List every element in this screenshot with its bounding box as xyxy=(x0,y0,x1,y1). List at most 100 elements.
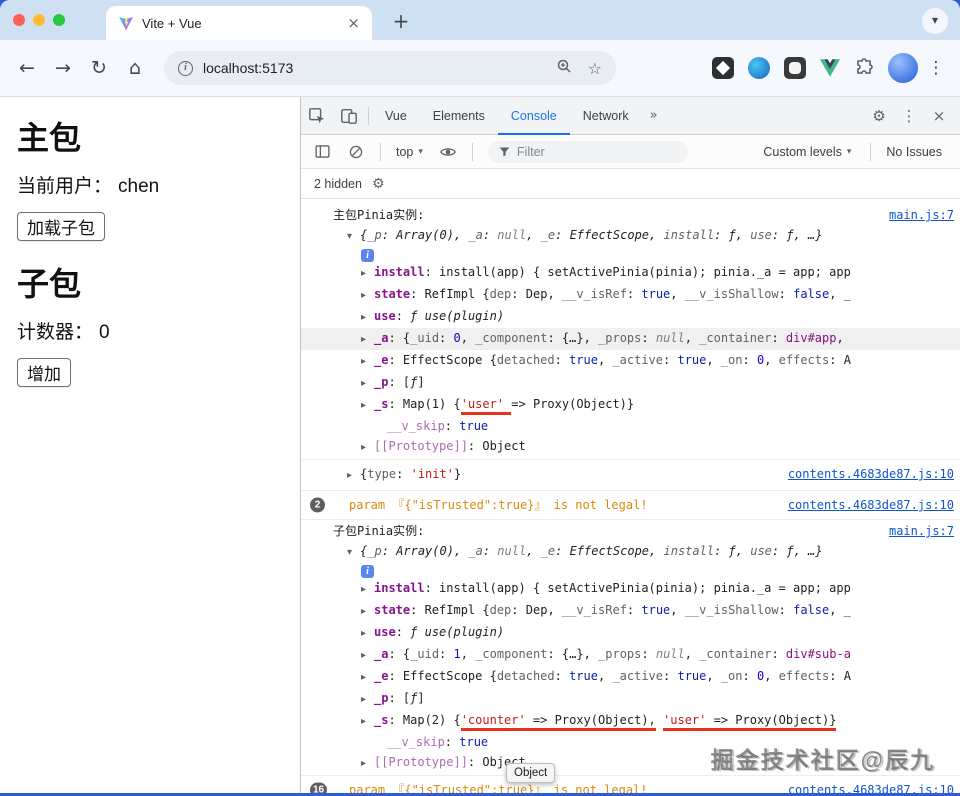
javascript-context-selector[interactable]: top ▾ xyxy=(392,145,427,159)
console-text: , _ xyxy=(829,287,851,301)
console-text: : xyxy=(388,331,403,345)
app-page: 主包 当前用户： chen 加载子包 子包 计数器： 0 增加 xyxy=(0,97,300,793)
browser-tab[interactable]: Vite + Vue × xyxy=(106,6,372,40)
disclosure-triangle-icon[interactable]: ▸ xyxy=(361,330,374,350)
console-text: , _ xyxy=(829,603,851,617)
disclosure-triangle-icon[interactable]: ▸ xyxy=(361,668,374,688)
zoom-window-button[interactable] xyxy=(53,14,65,26)
disclosure-triangle-icon[interactable]: ▸ xyxy=(361,580,374,600)
extension-icon-2[interactable] xyxy=(748,57,770,79)
console-text: : xyxy=(742,669,757,683)
increase-button[interactable]: 增加 xyxy=(17,358,71,387)
disclosure-triangle-icon[interactable]: ▸ xyxy=(361,264,374,284)
issues-status[interactable]: No Issues xyxy=(886,145,942,159)
devtools-tab-bar: Vue Elements Console Network » ⚙ ⋮ × xyxy=(301,97,960,135)
console-text: , xyxy=(583,331,599,345)
console-text: null xyxy=(497,228,527,242)
console-settings-gear-icon[interactable]: ⚙ xyxy=(372,176,385,192)
bookmark-star-icon[interactable]: ☆ xyxy=(588,59,602,78)
source-link[interactable]: contents.4683de87.js:10 xyxy=(788,464,954,484)
current-user-line: 当前用户： chen xyxy=(17,171,283,198)
address-bar[interactable]: i localhost:5173 ☆ xyxy=(164,51,616,85)
disclosure-triangle-icon[interactable]: ▸ xyxy=(361,308,374,328)
disclosure-triangle-icon[interactable]: ▾ xyxy=(347,543,360,563)
disclosure-triangle-icon[interactable]: ▾ xyxy=(347,227,360,247)
profile-avatar[interactable] xyxy=(888,53,918,83)
source-link[interactable]: main.js:7 xyxy=(889,205,954,225)
console-text: : xyxy=(395,309,411,323)
vue-devtools-icon[interactable] xyxy=(820,59,840,77)
new-tab-button[interactable]: + xyxy=(388,9,414,35)
source-link[interactable]: contents.4683de87.js:10 xyxy=(788,495,954,515)
source-link[interactable]: contents.4683de87.js:10 xyxy=(788,780,954,793)
console-text: _uid xyxy=(410,331,440,345)
info-badge-icon[interactable]: i xyxy=(361,565,374,578)
extension-icon-3[interactable] xyxy=(784,57,806,79)
devtools-close-icon[interactable]: × xyxy=(926,103,952,129)
console-row: ▸ [[Prototype]]: Object xyxy=(301,436,960,458)
hidden-count[interactable]: 2 hidden xyxy=(314,177,362,191)
disclosure-triangle-icon[interactable]: ▸ xyxy=(361,396,374,416)
console-text: , xyxy=(670,287,685,301)
console-text: : xyxy=(395,625,411,639)
tab-search-chevron-icon[interactable]: ▾ xyxy=(922,8,948,34)
console-text: state xyxy=(374,603,411,617)
inspect-element-icon[interactable] xyxy=(301,97,333,135)
site-info-icon[interactable]: i xyxy=(178,60,193,76)
devtools-actions: ⚙ ⋮ × xyxy=(866,103,960,129)
disclosure-triangle-icon[interactable]: ▸ xyxy=(361,286,374,306)
disclosure-triangle-icon[interactable]: ▸ xyxy=(361,352,374,372)
back-button[interactable]: ← xyxy=(12,53,42,83)
tab-elements[interactable]: Elements xyxy=(420,97,498,135)
clear-console-icon[interactable] xyxy=(343,139,369,165)
disclosure-triangle-icon[interactable]: ▸ xyxy=(361,438,374,458)
tab-vue[interactable]: Vue xyxy=(372,97,420,135)
tab-console[interactable]: Console xyxy=(498,97,570,135)
console-sidebar-icon[interactable] xyxy=(309,139,335,165)
disclosure-triangle-icon[interactable]: ▸ xyxy=(361,646,374,666)
console-text: install(app) { setActivePinia(pinia); pi… xyxy=(439,581,851,595)
device-toolbar-icon[interactable] xyxy=(333,97,365,135)
console-filter-input[interactable]: Filter xyxy=(487,140,688,163)
close-window-button[interactable] xyxy=(13,14,25,26)
console-text: , …} xyxy=(793,228,823,242)
devtools-menu-kebab-icon[interactable]: ⋮ xyxy=(896,103,922,129)
url-text[interactable]: localhost:5173 xyxy=(203,60,546,76)
live-expression-eye-icon[interactable] xyxy=(435,139,461,165)
extensions-puzzle-icon[interactable] xyxy=(854,58,874,78)
extensions-row xyxy=(712,57,874,79)
disclosure-triangle-icon[interactable]: ▸ xyxy=(347,466,360,486)
disclosure-triangle-icon[interactable]: ▸ xyxy=(361,690,374,710)
reload-button[interactable]: ↻ xyxy=(84,53,114,83)
devtools-settings-gear-icon[interactable]: ⚙ xyxy=(866,103,892,129)
disclosure-triangle-icon[interactable]: ▸ xyxy=(361,624,374,644)
tab-network[interactable]: Network xyxy=(570,97,642,135)
forward-button[interactable]: → xyxy=(48,53,78,83)
disclosure-triangle-icon[interactable]: ▸ xyxy=(361,374,374,394)
home-button[interactable]: ⌂ xyxy=(120,53,150,83)
console-text: , xyxy=(649,544,664,558)
console-text: 1 xyxy=(453,647,461,661)
browser-menu-kebab-icon[interactable]: ⋮ xyxy=(924,58,948,78)
console-text: _props xyxy=(598,647,642,661)
disclosure-triangle-icon[interactable]: ▸ xyxy=(361,712,374,732)
console-text: , xyxy=(583,647,599,661)
zoom-icon[interactable] xyxy=(556,58,572,79)
disclosure-triangle-icon[interactable]: ▸ xyxy=(361,602,374,622)
minimize-window-button[interactable] xyxy=(33,14,45,26)
current-user-value: chen xyxy=(118,176,160,197)
extension-icon-1[interactable] xyxy=(712,57,734,79)
console-text: : xyxy=(554,669,570,683)
console-text: , …} xyxy=(793,544,823,558)
tab-close-icon[interactable]: × xyxy=(347,14,360,32)
console-text: 'user' xyxy=(663,713,707,731)
source-link[interactable]: main.js:7 xyxy=(889,521,954,541)
disclosure-triangle-icon[interactable]: ▸ xyxy=(361,754,374,774)
custom-levels-dropdown[interactable]: Custom levels ▾ xyxy=(759,145,855,159)
load-subpackage-button[interactable]: 加载子包 xyxy=(17,212,105,241)
info-badge-icon[interactable]: i xyxy=(361,249,374,262)
console-text: _active xyxy=(612,353,664,367)
more-tabs-icon[interactable]: » xyxy=(642,108,666,123)
console-text: _e xyxy=(374,669,389,683)
